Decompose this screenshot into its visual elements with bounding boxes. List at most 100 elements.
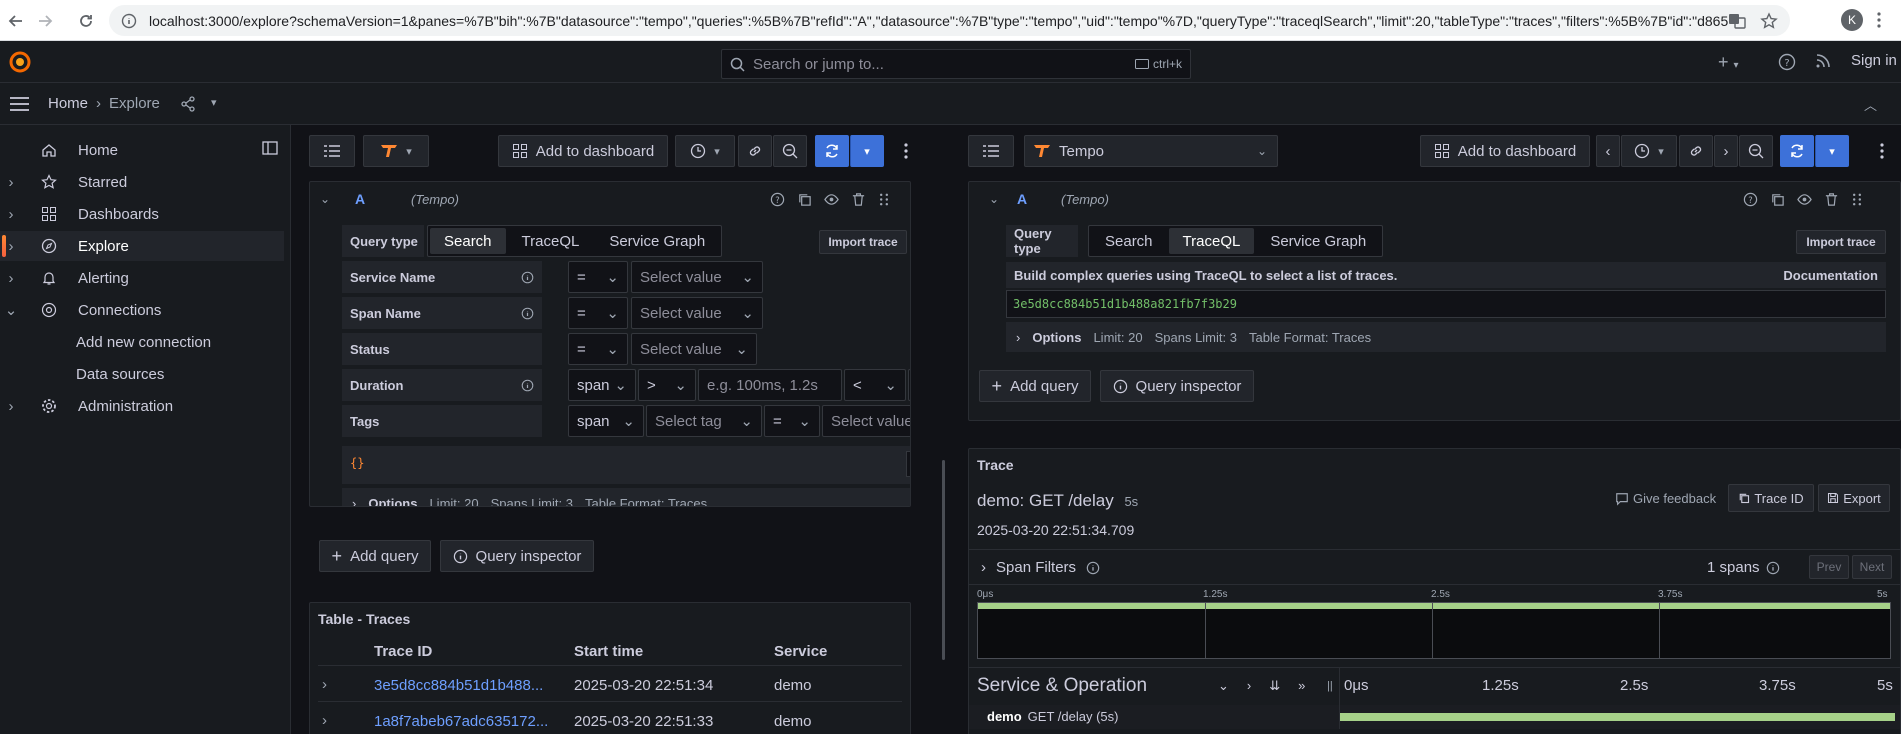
run-query-button[interactable]: [815, 135, 849, 167]
expand-chevron-icon[interactable]: ›: [0, 238, 22, 255]
expand-one-icon[interactable]: ›: [1247, 678, 1251, 694]
refresh-interval-dropdown[interactable]: ▾: [850, 135, 884, 167]
duration-scope-select[interactable]: span ⌄: [568, 369, 636, 401]
address-bar[interactable]: localhost:3000/explore?schemaVersion=1&p…: [109, 5, 1790, 36]
expand-chevron-icon[interactable]: ›: [0, 398, 22, 415]
eye-icon[interactable]: [824, 192, 839, 207]
refresh-interval-dropdown[interactable]: ▾: [1815, 135, 1849, 167]
sidebar-item-alerting[interactable]: › Alerting: [0, 263, 284, 293]
service-name-operator[interactable]: = ⌄: [568, 261, 628, 293]
expand-chevron-icon[interactable]: ›: [0, 270, 22, 287]
add-new-icon[interactable]: + ▾: [1718, 53, 1739, 75]
export-button[interactable]: Export: [1818, 484, 1890, 512]
duration-min-input[interactable]: e.g. 100ms, 1.2s: [698, 369, 842, 401]
time-shift-back-button[interactable]: ‹: [1596, 135, 1620, 167]
pane-scrollbar[interactable]: [942, 460, 945, 660]
query-type-service-graph[interactable]: Service Graph: [1256, 228, 1380, 254]
collapse-one-icon[interactable]: ⌄: [1218, 678, 1229, 694]
query-inspector-button[interactable]: Query inspector: [440, 540, 594, 572]
expand-row-icon[interactable]: ›: [322, 712, 327, 729]
share-icon[interactable]: [180, 96, 196, 112]
add-to-dashboard-button[interactable]: Add to dashboard: [1420, 135, 1590, 167]
dock-menu-icon[interactable]: [262, 140, 278, 156]
time-picker-button[interactable]: ▾: [1621, 135, 1677, 167]
sidebar-item-administration[interactable]: › Administration: [0, 391, 284, 421]
duplicate-icon[interactable]: [1770, 192, 1785, 207]
expand-all-icon[interactable]: »: [1298, 678, 1305, 694]
expand-chevron-icon[interactable]: ›: [0, 206, 22, 223]
traceql-editor[interactable]: 3e5d8cc884b51d1b488a821fb7f3b29: [1006, 290, 1886, 318]
collapse-all-icon[interactable]: ⇊: [1269, 678, 1280, 694]
datasource-picker[interactable]: ▾: [363, 135, 429, 167]
url-text[interactable]: localhost:3000/explore?schemaVersion=1&p…: [149, 13, 1728, 29]
query-type-search[interactable]: Search: [430, 228, 506, 254]
tags-key-select[interactable]: Select tag ⌄: [646, 405, 762, 437]
help-icon[interactable]: ?: [1778, 53, 1796, 71]
more-options-icon[interactable]: [1880, 143, 1884, 159]
duration-max-input[interactable]: e.: [908, 369, 910, 401]
column-header-service[interactable]: Service: [774, 643, 827, 660]
sign-in-link[interactable]: Sign in: [1851, 52, 1897, 69]
column-header-trace-id[interactable]: Trace ID: [374, 643, 432, 660]
drag-handle-icon[interactable]: [1851, 192, 1863, 207]
help-icon[interactable]: ?: [770, 192, 785, 207]
expand-chevron-icon[interactable]: ›: [0, 174, 22, 191]
sidebar-item-add-new-connection[interactable]: Add new connection: [0, 327, 284, 357]
run-query-button[interactable]: [1780, 135, 1814, 167]
sidebar-item-starred[interactable]: › Starred: [0, 167, 284, 197]
trace-minimap[interactable]: 0μs 1.25s 2.5s 3.75s 5s: [977, 589, 1891, 659]
column-resizer[interactable]: ||: [1327, 680, 1333, 692]
time-picker-button[interactable]: ▾: [675, 135, 735, 167]
query-inspector-button[interactable]: Query inspector: [1100, 370, 1254, 402]
pane-splitter[interactable]: [952, 125, 968, 734]
service-name-value[interactable]: Select value ⌄: [631, 261, 763, 293]
trace-id-button[interactable]: Trace ID: [1728, 484, 1814, 512]
query-options-row[interactable]: › Options Limit: 20 Spans Limit: 3 Table…: [1006, 322, 1886, 352]
copy-link-button[interactable]: [1679, 135, 1713, 167]
site-info-icon[interactable]: [121, 13, 137, 29]
span-filters-toggle[interactable]: › Span Filters: [981, 559, 1100, 576]
breadcrumb-home[interactable]: Home: [48, 95, 88, 112]
status-operator[interactable]: = ⌄: [568, 333, 628, 365]
forward-icon[interactable]: [31, 7, 59, 35]
import-trace-button[interactable]: Import trace: [1796, 230, 1886, 254]
duration-min-operator[interactable]: > ⌄: [638, 369, 696, 401]
query-type-search[interactable]: Search: [1091, 228, 1167, 254]
tags-operator-select[interactable]: = ⌄: [764, 405, 820, 437]
drag-handle-icon[interactable]: [878, 192, 890, 207]
menu-icon[interactable]: [10, 97, 29, 111]
query-ref-id[interactable]: A: [1017, 191, 1027, 207]
sidebar-item-connections[interactable]: ⌄ Connections: [0, 295, 284, 325]
edit-in-traceql-button[interactable]: E: [906, 451, 910, 477]
datasource-picker[interactable]: Tempo ⌄: [1024, 135, 1278, 167]
browser-menu-icon[interactable]: [1877, 12, 1881, 28]
duration-max-operator[interactable]: < ⌄: [844, 369, 906, 401]
duplicate-icon[interactable]: [797, 192, 812, 207]
time-shift-forward-button[interactable]: ›: [1714, 135, 1738, 167]
content-outline-button[interactable]: [309, 135, 355, 167]
collapse-query-icon[interactable]: ⌄: [320, 192, 330, 206]
status-value[interactable]: Select value ⌄: [631, 333, 757, 365]
content-outline-button[interactable]: [968, 135, 1014, 167]
documentation-link[interactable]: Documentation: [1783, 268, 1878, 283]
help-icon[interactable]: ?: [1743, 192, 1758, 207]
grafana-logo-icon[interactable]: [8, 50, 32, 74]
give-feedback-link[interactable]: Give feedback: [1615, 491, 1716, 506]
sidebar-item-explore[interactable]: › Explore: [0, 231, 284, 261]
span-name-operator[interactable]: = ⌄: [568, 297, 628, 329]
column-header-start-time[interactable]: Start time: [574, 643, 643, 660]
sidebar-item-home[interactable]: Home: [0, 135, 284, 165]
search-input[interactable]: Search or jump to... ctrl+k: [721, 49, 1191, 79]
bookmark-star-icon[interactable]: [1760, 11, 1778, 30]
trash-icon[interactable]: [851, 192, 866, 207]
span-name-value[interactable]: Select value ⌄: [631, 297, 763, 329]
rss-news-icon[interactable]: [1815, 53, 1831, 69]
expand-row-icon[interactable]: ›: [322, 676, 327, 693]
reload-icon[interactable]: [72, 7, 100, 35]
next-match-button[interactable]: Next: [1852, 555, 1892, 579]
span-duration-bar[interactable]: [1340, 713, 1895, 721]
sidebar-item-dashboards[interactable]: › Dashboards: [0, 199, 284, 229]
copy-link-button[interactable]: [738, 135, 772, 167]
profile-avatar[interactable]: K: [1841, 9, 1863, 31]
eye-icon[interactable]: [1797, 192, 1812, 207]
